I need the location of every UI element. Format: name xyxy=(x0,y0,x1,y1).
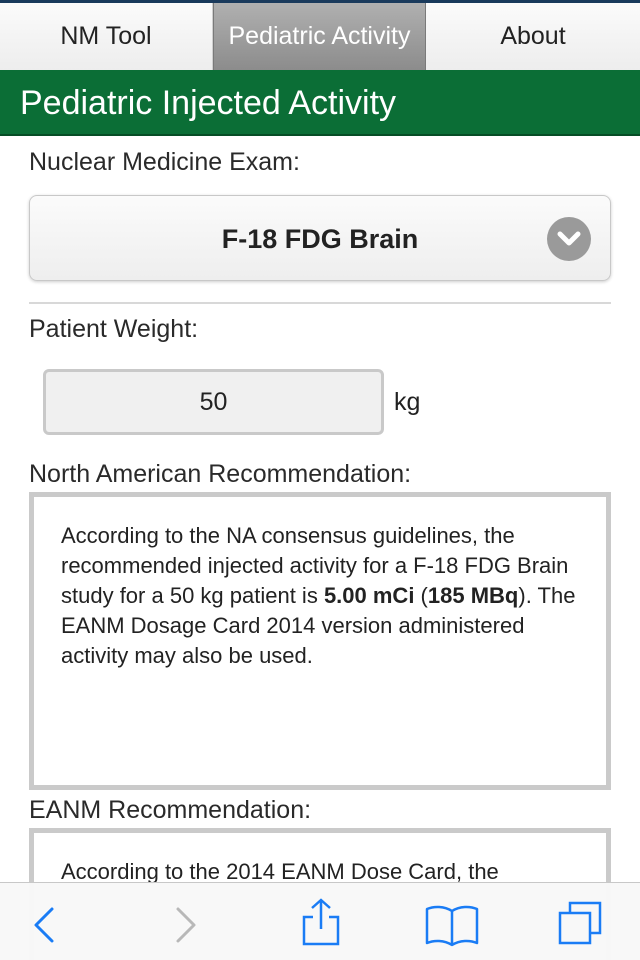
na-recommendation-box: According to the NA consensus guidelines… xyxy=(29,492,611,790)
weight-label: Patient Weight: xyxy=(29,315,199,343)
exam-selected-value: F-18 FDG Brain xyxy=(221,224,419,254)
na-dose-mbq: 185 MBq xyxy=(427,583,519,608)
eanm-recommendation-label: EANM Recommendation: xyxy=(29,796,312,824)
bookmarks-icon[interactable] xyxy=(424,903,480,947)
weight-unit: kg xyxy=(394,388,421,416)
share-icon[interactable] xyxy=(300,897,342,947)
tabs-icon[interactable] xyxy=(556,899,606,949)
page: NM Tool Pediatric Activity About Pediatr… xyxy=(0,0,640,960)
back-icon[interactable] xyxy=(26,905,66,945)
tab-about[interactable]: About xyxy=(426,3,640,70)
tab-nm-tool[interactable]: NM Tool xyxy=(0,3,213,70)
exam-select[interactable]: F-18 FDG Brain xyxy=(29,195,611,281)
na-text-b: ( xyxy=(414,583,428,608)
weight-input[interactable]: 50 xyxy=(43,369,384,435)
page-title: Pediatric Injected Activity xyxy=(0,70,640,136)
exam-label: Nuclear Medicine Exam: xyxy=(29,148,300,176)
na-dose-mci: 5.00 mCi xyxy=(323,583,415,608)
na-recommendation-label: North American Recommendation: xyxy=(29,460,412,488)
chevron-down-icon xyxy=(547,217,591,261)
divider xyxy=(29,302,611,304)
tab-bar: NM Tool Pediatric Activity About xyxy=(0,0,640,70)
tab-pediatric-activity[interactable]: Pediatric Activity xyxy=(213,3,426,70)
forward-icon[interactable] xyxy=(166,905,206,945)
eanm-text: According to the 2014 EANM Dose Card, th… xyxy=(61,859,499,884)
browser-toolbar xyxy=(0,882,640,960)
